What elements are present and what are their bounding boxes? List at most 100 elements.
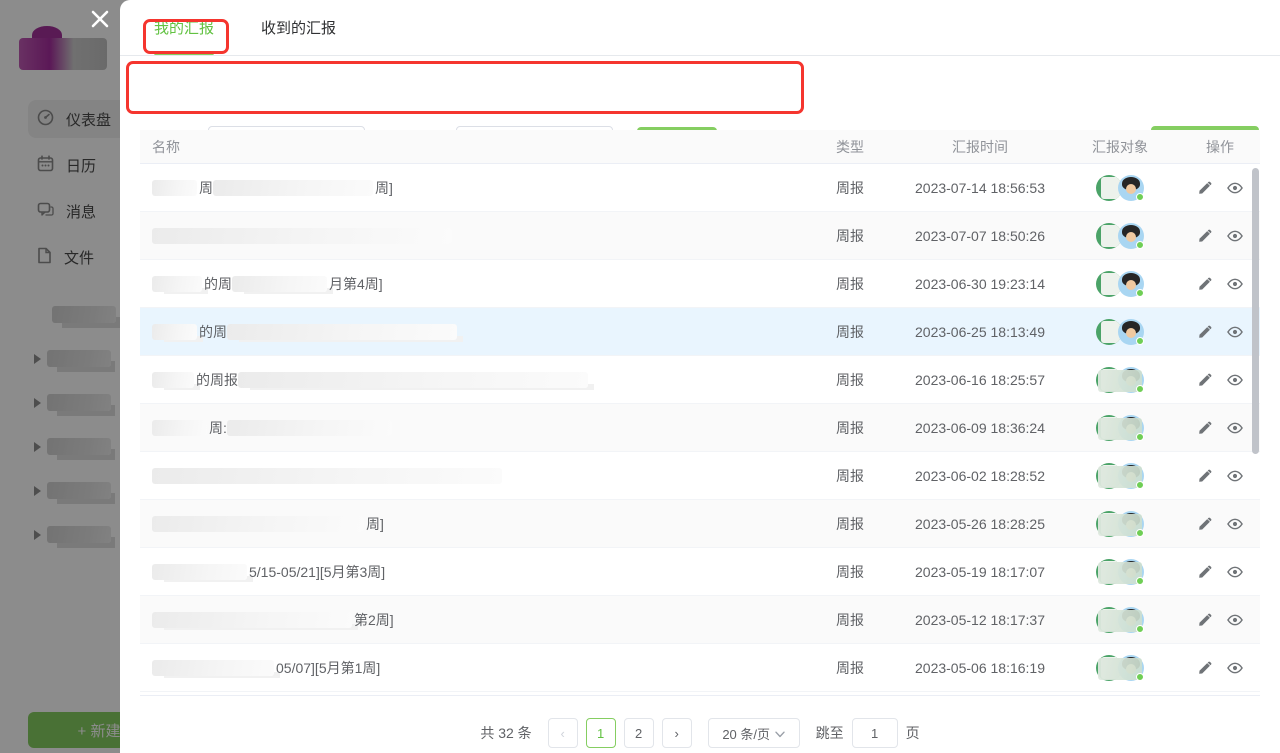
redaction-blur <box>152 324 197 340</box>
table-row[interactable]: 的周 周报 2023-06-25 18:13:49 <box>140 308 1260 356</box>
online-status-dot <box>1136 193 1144 201</box>
report-recipients <box>1060 511 1180 537</box>
jump-page-input[interactable] <box>852 718 898 748</box>
report-time: 2023-06-09 18:36:24 <box>900 420 1060 436</box>
avatar-group <box>1096 415 1144 441</box>
page-unit-label: 页 <box>906 723 920 743</box>
redaction-blur <box>227 420 392 436</box>
report-name: 5/15-05/21][5月第3周] <box>140 562 800 582</box>
table-row[interactable]: 的周 月第4周] 周报 2023-06-30 19:23:14 <box>140 260 1260 308</box>
redaction-blur <box>152 660 274 676</box>
report-name: 的周 <box>140 322 800 342</box>
table-scrollbar[interactable] <box>1252 168 1259 454</box>
table-row[interactable]: 周 周] 周报 2023-07-14 18:56:53 <box>140 164 1260 212</box>
table-row[interactable]: 周报 2023-06-02 18:28:52 <box>140 452 1260 500</box>
report-name: 05/07][5月第1周] <box>140 658 800 678</box>
filter-bar: 汇报类型 全部 汇报时间 请选择时间 搜索 <box>120 56 1280 118</box>
table-row[interactable]: 05/07][5月第1周] 周报 2023-05-06 18:16:19 <box>140 644 1260 692</box>
table-row[interactable]: 周报 2023-07-07 18:50:26 <box>140 212 1260 260</box>
avatar-group <box>1096 271 1144 297</box>
report-recipients <box>1060 415 1180 441</box>
page-button-2[interactable]: 2 <box>624 718 654 748</box>
report-recipients <box>1060 463 1180 489</box>
table-row[interactable]: 的周报 周报 2023-06-16 18:25:57 <box>140 356 1260 404</box>
redaction-blur <box>152 420 207 436</box>
view-icon[interactable] <box>1227 420 1243 436</box>
prev-page-button[interactable]: ‹ <box>548 718 578 748</box>
avatar-group <box>1096 607 1144 633</box>
table-body: 周 周] 周报 2023-07-14 18:56:53 <box>140 164 1260 692</box>
view-icon[interactable] <box>1227 468 1243 484</box>
reports-modal: 我的汇报 收到的汇报 汇报类型 全部 汇报时间 请选择时间 <box>120 0 1280 753</box>
report-time: 2023-06-16 18:25:57 <box>900 372 1060 388</box>
page-size-select[interactable]: 20 条/页 <box>708 718 800 748</box>
report-recipients <box>1060 559 1180 585</box>
table-row[interactable]: 5/15-05/21][5月第3周] 周报 2023-05-19 18:17:0… <box>140 548 1260 596</box>
edit-icon[interactable] <box>1197 372 1213 388</box>
table-row[interactable]: 第2周] 周报 2023-05-12 18:17:37 <box>140 596 1260 644</box>
edit-icon[interactable] <box>1197 564 1213 580</box>
page-button-1[interactable]: 1 <box>586 718 616 748</box>
edit-icon[interactable] <box>1197 324 1213 340</box>
report-name: 第2周] <box>140 610 800 630</box>
column-header-type: 类型 <box>800 137 900 157</box>
name-fragment: 的周报 <box>196 370 238 390</box>
total-count: 共 32 条 <box>480 723 531 743</box>
report-recipients <box>1060 367 1180 393</box>
view-icon[interactable] <box>1227 324 1243 340</box>
pagination: 共 32 条 ‹ 1 2 › 20 条/页 跳至 页 <box>120 714 1280 752</box>
view-icon[interactable] <box>1227 372 1243 388</box>
avatar-group <box>1096 655 1144 681</box>
name-fragment: 05/07][5月第1周] <box>276 658 380 678</box>
next-page-button[interactable]: › <box>662 718 692 748</box>
name-fragment: 的周 <box>204 274 232 294</box>
edit-icon[interactable] <box>1197 516 1213 532</box>
view-icon[interactable] <box>1227 660 1243 676</box>
tab-bar: 我的汇报 收到的汇报 <box>120 0 1280 56</box>
redaction-blur <box>152 372 194 388</box>
report-type: 周报 <box>800 370 900 390</box>
avatar-group <box>1096 463 1144 489</box>
view-icon[interactable] <box>1227 276 1243 292</box>
online-status-dot <box>1136 577 1144 585</box>
edit-icon[interactable] <box>1197 180 1213 196</box>
edit-icon[interactable] <box>1197 660 1213 676</box>
online-status-dot <box>1136 289 1144 297</box>
edit-icon[interactable] <box>1197 228 1213 244</box>
report-name: 周: <box>140 418 800 438</box>
avatar-group <box>1096 367 1144 393</box>
view-icon[interactable] <box>1227 516 1243 532</box>
report-name: 的周报 <box>140 370 800 390</box>
column-header-actions: 操作 <box>1180 137 1260 157</box>
tab-received-reports[interactable]: 收到的汇报 <box>261 0 336 55</box>
edit-icon[interactable] <box>1197 468 1213 484</box>
report-name: 的周 月第4周] <box>140 274 800 294</box>
online-status-dot <box>1136 241 1144 249</box>
redaction-blur <box>152 180 197 196</box>
table-header: 名称 类型 汇报时间 汇报对象 操作 <box>140 130 1260 164</box>
online-status-dot <box>1136 337 1144 345</box>
report-time: 2023-06-02 18:28:52 <box>900 468 1060 484</box>
row-actions <box>1180 372 1260 388</box>
row-actions <box>1180 660 1260 676</box>
report-name <box>140 468 800 484</box>
column-header-recipients: 汇报对象 <box>1060 137 1180 157</box>
tab-my-reports[interactable]: 我的汇报 <box>154 0 214 55</box>
table-row[interactable]: 周] 周报 2023-05-26 18:28:25 <box>140 500 1260 548</box>
view-icon[interactable] <box>1227 612 1243 628</box>
redaction-blur <box>152 516 364 532</box>
view-icon[interactable] <box>1227 180 1243 196</box>
report-recipients <box>1060 271 1180 297</box>
edit-icon[interactable] <box>1197 612 1213 628</box>
view-icon[interactable] <box>1227 564 1243 580</box>
report-name: 周] <box>140 514 800 534</box>
report-time: 2023-06-30 19:23:14 <box>900 276 1060 292</box>
close-icon[interactable] <box>90 9 110 29</box>
view-icon[interactable] <box>1227 228 1243 244</box>
edit-icon[interactable] <box>1197 276 1213 292</box>
app-window: 仪表盘 日历 消息 文件 + 新建 <box>0 0 1280 753</box>
row-actions <box>1180 420 1260 436</box>
edit-icon[interactable] <box>1197 420 1213 436</box>
avatar-group <box>1096 319 1144 345</box>
table-row[interactable]: 周: 周报 2023-06-09 18:36:24 <box>140 404 1260 452</box>
